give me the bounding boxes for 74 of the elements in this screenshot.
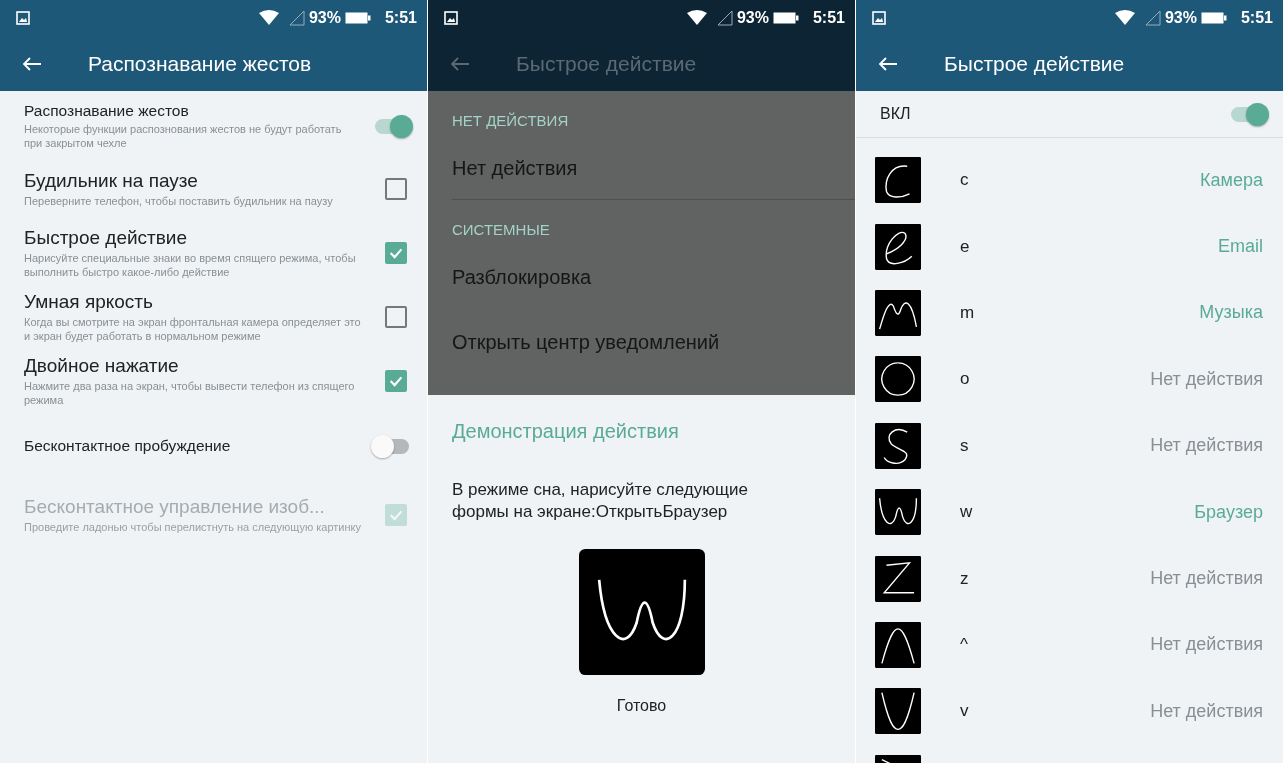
gesture-thumbnail bbox=[875, 157, 921, 204]
gesture-letter: e bbox=[960, 236, 970, 257]
battery-percent: 93% bbox=[308, 9, 341, 27]
section-header: СИСТЕМНЫЕ bbox=[452, 221, 551, 238]
gesture-letter: w bbox=[960, 502, 973, 523]
battery-icon bbox=[344, 12, 371, 24]
setting-title: Бесконтактное управление изоб... bbox=[24, 495, 326, 518]
gesture-letter: o bbox=[960, 369, 970, 390]
battery-percent: 93% bbox=[736, 9, 769, 27]
gesture-letter: c bbox=[960, 170, 969, 191]
dialog-message: В режиме сна, нарисуйте следующие формы на экране:ОткрытьБраузер bbox=[452, 479, 749, 524]
signal-icon bbox=[288, 10, 305, 26]
setting-title: Умная яркость bbox=[24, 290, 154, 313]
gesture-thumbnail bbox=[875, 621, 921, 668]
setting-title: Будильник на паузе bbox=[24, 169, 199, 192]
gesture-letter: ^ bbox=[960, 634, 968, 655]
clock-time: 5:51 bbox=[1240, 9, 1273, 27]
gesture-action[interactable]: Email bbox=[1218, 236, 1263, 258]
setting-description: Нажмите два раза на экран, чтобы вывести телефон из спящего режима bbox=[24, 379, 356, 408]
gesture-action[interactable]: Нет действия bbox=[1150, 634, 1263, 656]
gesture-action[interactable]: Камера bbox=[1200, 169, 1263, 191]
switch-label: ВКЛ bbox=[880, 105, 912, 123]
gesture-thumbnail bbox=[875, 688, 921, 735]
section-header: НЕТ ДЕЙСТВИЯ bbox=[452, 112, 570, 129]
signal-icon bbox=[1144, 10, 1161, 26]
gesture-action[interactable]: Музыка bbox=[1199, 302, 1263, 324]
setting-title: Быстрое действие bbox=[24, 226, 189, 249]
dialog-title: Демонстрация действия bbox=[452, 420, 680, 443]
image-icon bbox=[16, 11, 30, 25]
gesture-letter: v bbox=[960, 701, 969, 722]
screen-title: Распознавание жестов bbox=[88, 51, 312, 76]
wifi-icon bbox=[1114, 10, 1135, 26]
gesture-action[interactable]: Браузер bbox=[1194, 501, 1263, 523]
setting-description: Переверните телефон, чтобы поставить будильник на паузу bbox=[24, 194, 334, 209]
signal-icon bbox=[716, 10, 733, 26]
gesture-action[interactable]: Нет действия bbox=[1150, 435, 1263, 457]
menu-item[interactable]: Нет действия bbox=[452, 157, 855, 180]
screen-title: Быстрое действие bbox=[944, 51, 1125, 76]
setting-title: Распознавание жестов bbox=[24, 101, 190, 120]
setting-title: Бесконтактное пробуждение bbox=[24, 437, 232, 455]
gesture-action[interactable]: Нет действия bbox=[1150, 568, 1263, 590]
checkbox[interactable] bbox=[385, 242, 407, 264]
setting-description: Когда вы смотрите на экран фронтальная камера определяет это и экран будет работать в нормальном режиме bbox=[24, 315, 362, 344]
gesture-thumbnail bbox=[875, 223, 921, 270]
screen-title: Быстрое действие bbox=[516, 51, 697, 76]
gesture-action[interactable]: Нет действия bbox=[1150, 368, 1263, 390]
clock-time: 5:51 bbox=[812, 9, 845, 27]
clock-time: 5:51 bbox=[384, 9, 417, 27]
battery-icon bbox=[1200, 12, 1227, 24]
setting-title: Двойное нажатие bbox=[24, 354, 180, 377]
gesture-letter: s bbox=[960, 435, 969, 456]
image-icon bbox=[872, 11, 886, 25]
menu-item[interactable]: Открыть центр уведомлений bbox=[452, 331, 855, 354]
done-button[interactable]: Готово bbox=[600, 689, 683, 724]
menu-item[interactable]: Разблокировка bbox=[452, 266, 855, 289]
battery-icon bbox=[772, 12, 799, 24]
setting-description: Проведите ладонью чтобы перелистнуть на следующую картинку bbox=[24, 520, 362, 535]
image-icon bbox=[444, 11, 458, 25]
checkbox[interactable] bbox=[385, 178, 407, 200]
setting-description: Некоторые функции распознования жестов не будут работать при закрытом чехле bbox=[24, 122, 343, 151]
gesture-thumbnail bbox=[875, 422, 921, 469]
gesture-letter: z bbox=[960, 568, 969, 589]
checkbox[interactable] bbox=[385, 370, 407, 392]
gesture-action[interactable]: Нет действия bbox=[1150, 700, 1263, 722]
checkbox[interactable] bbox=[385, 306, 407, 328]
gesture-letter: m bbox=[960, 302, 975, 323]
gesture-thumbnail bbox=[875, 289, 921, 336]
wifi-icon bbox=[258, 10, 279, 26]
battery-percent: 93% bbox=[1164, 9, 1197, 27]
gesture-thumbnail bbox=[875, 356, 921, 403]
setting-description: Нарисуйте специальные знаки во время спящего режима, чтобы выполнить быстро какое-либо действие bbox=[24, 251, 357, 280]
wifi-icon bbox=[686, 10, 707, 26]
gesture-thumbnail bbox=[875, 555, 921, 602]
gesture-thumbnail bbox=[875, 489, 921, 536]
